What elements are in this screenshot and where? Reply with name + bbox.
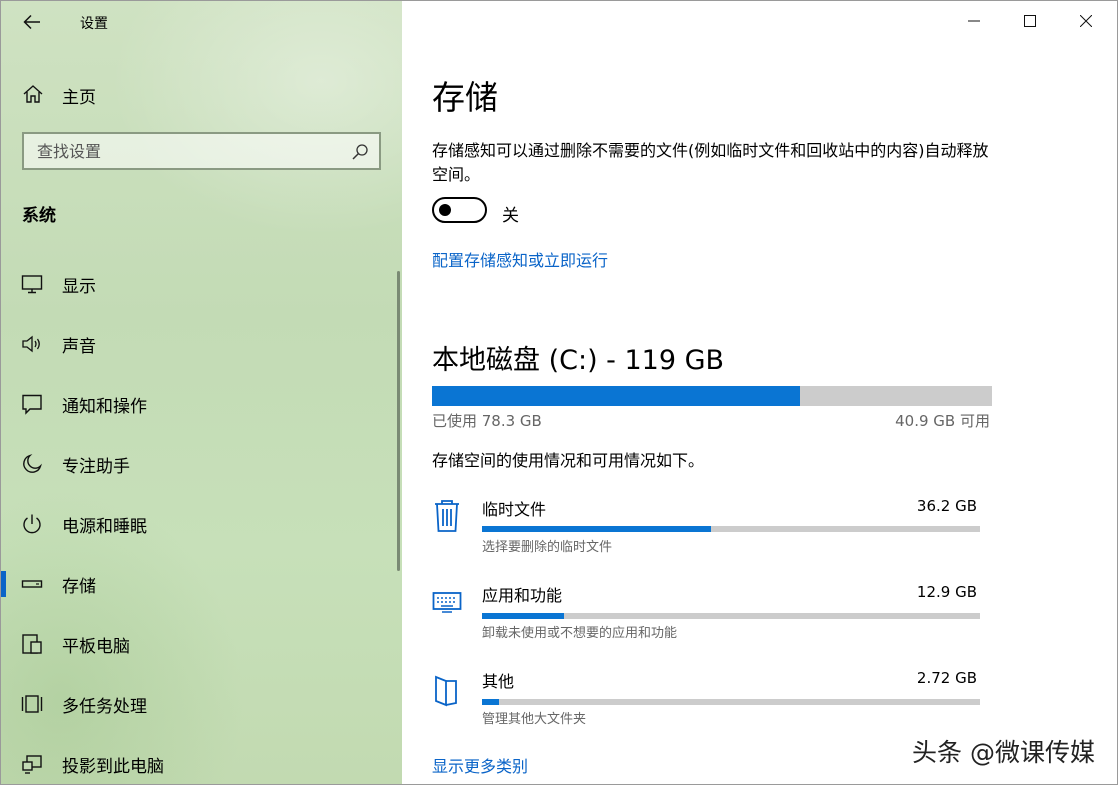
sidebar-item-label: 专注助手 xyxy=(62,452,130,477)
sidebar-item-multitasking[interactable]: 多任务处理 xyxy=(1,681,397,725)
sidebar-item-label: 存储 xyxy=(62,572,96,597)
sidebar-item-sound[interactable]: 声音 xyxy=(1,321,397,365)
storage-sense-description: 存储感知可以通过删除不需要的文件(例如临时文件和回收站中的内容)自动释放空间。 xyxy=(432,139,992,187)
minimize-button[interactable] xyxy=(946,1,1002,41)
sidebar-item-notifications[interactable]: 通知和操作 xyxy=(1,381,397,425)
drive-usage-fill xyxy=(432,386,800,406)
power-icon xyxy=(21,513,43,535)
drive-used-label: 已使用 78.3 GB xyxy=(432,410,542,431)
main-content: 存储 存储感知可以通过删除不需要的文件(例如临时文件和回收站中的内容)自动释放空… xyxy=(402,1,1117,784)
category-size: 2.72 GB xyxy=(917,669,977,687)
drive-free-label: 40.9 GB 可用 xyxy=(895,410,990,431)
category-usage-bar xyxy=(482,526,980,532)
speaker-icon xyxy=(21,333,43,355)
sidebar-item-storage[interactable]: 存储 xyxy=(1,561,397,605)
sidebar-item-label: 显示 xyxy=(62,272,96,297)
category-size: 12.9 GB xyxy=(917,583,977,601)
keyboard-icon xyxy=(432,587,462,621)
category-size: 36.2 GB xyxy=(917,497,977,515)
show-more-categories-link[interactable]: 显示更多类别 xyxy=(432,753,528,777)
sidebar-item-label: 电源和睡眠 xyxy=(62,512,147,537)
toggle-knob xyxy=(439,204,451,216)
search-box xyxy=(22,132,381,170)
moon-icon xyxy=(21,453,43,475)
category-name: 其他 xyxy=(482,668,514,692)
category-name: 临时文件 xyxy=(482,496,546,520)
close-icon xyxy=(1080,15,1092,27)
search-input[interactable] xyxy=(24,134,344,168)
usage-description: 存储空间的使用情况和可用情况如下。 xyxy=(432,447,704,471)
toggle-state-label: 关 xyxy=(502,201,519,226)
notification-icon xyxy=(21,393,43,415)
page-title: 存储 xyxy=(432,71,498,119)
storage-sense-toggle[interactable] xyxy=(432,197,487,223)
settings-window: 设置 主页 系统 显示 xyxy=(0,0,1118,785)
app-title: 设置 xyxy=(80,13,108,33)
category-usage-fill xyxy=(482,526,711,532)
titlebar: 设置 xyxy=(1,1,402,43)
category-subtitle: 选择要删除的临时文件 xyxy=(482,536,612,555)
sidebar-item-tablet[interactable]: 平板电脑 xyxy=(1,621,397,665)
sidebar-item-project[interactable]: 投影到此电脑 xyxy=(1,741,397,785)
category-usage-fill xyxy=(482,613,564,619)
category-usage-fill xyxy=(482,699,499,705)
drive-usage-bar xyxy=(432,386,992,406)
category-usage-bar xyxy=(482,699,980,705)
folder-icon xyxy=(432,673,462,707)
sidebar-item-label: 投影到此电脑 xyxy=(62,752,164,777)
minimize-icon xyxy=(968,15,980,27)
sidebar-item-label: 多任务处理 xyxy=(62,692,147,717)
watermark: 头条 @微课传媒 xyxy=(912,733,1095,769)
sidebar-item-label: 通知和操作 xyxy=(62,392,147,417)
sidebar-item-display[interactable]: 显示 xyxy=(1,261,397,305)
tablet-icon xyxy=(21,633,43,655)
sidebar-scrollbar[interactable] xyxy=(397,271,400,571)
search-icon[interactable] xyxy=(351,143,369,161)
configure-storage-sense-link[interactable]: 配置存储感知或立即运行 xyxy=(432,247,608,271)
maximize-icon xyxy=(1024,15,1036,27)
project-icon xyxy=(21,753,43,775)
sidebar-item-label: 声音 xyxy=(62,332,96,357)
section-heading: 系统 xyxy=(22,201,56,226)
category-usage-bar xyxy=(482,613,980,619)
back-arrow-icon xyxy=(23,14,41,30)
monitor-icon xyxy=(21,273,43,295)
maximize-button[interactable] xyxy=(1002,1,1058,41)
sidebar: 设置 主页 系统 显示 xyxy=(1,1,402,784)
category-subtitle: 管理其他大文件夹 xyxy=(482,708,586,727)
multitask-icon xyxy=(21,693,43,715)
sidebar-item-focus-assist[interactable]: 专注助手 xyxy=(1,441,397,485)
close-button[interactable] xyxy=(1058,1,1114,41)
sidebar-item-home[interactable]: 主页 xyxy=(1,75,402,113)
category-name: 应用和功能 xyxy=(482,582,562,606)
sidebar-item-label: 平板电脑 xyxy=(62,632,130,657)
home-icon xyxy=(22,84,44,104)
sidebar-item-power[interactable]: 电源和睡眠 xyxy=(1,501,397,545)
trash-icon xyxy=(432,499,462,533)
back-button[interactable] xyxy=(15,9,49,35)
home-label: 主页 xyxy=(62,83,96,108)
drive-title: 本地磁盘 (C:) - 119 GB xyxy=(432,338,724,377)
category-subtitle: 卸载未使用或不想要的应用和功能 xyxy=(482,622,677,641)
drive-icon xyxy=(21,573,43,595)
